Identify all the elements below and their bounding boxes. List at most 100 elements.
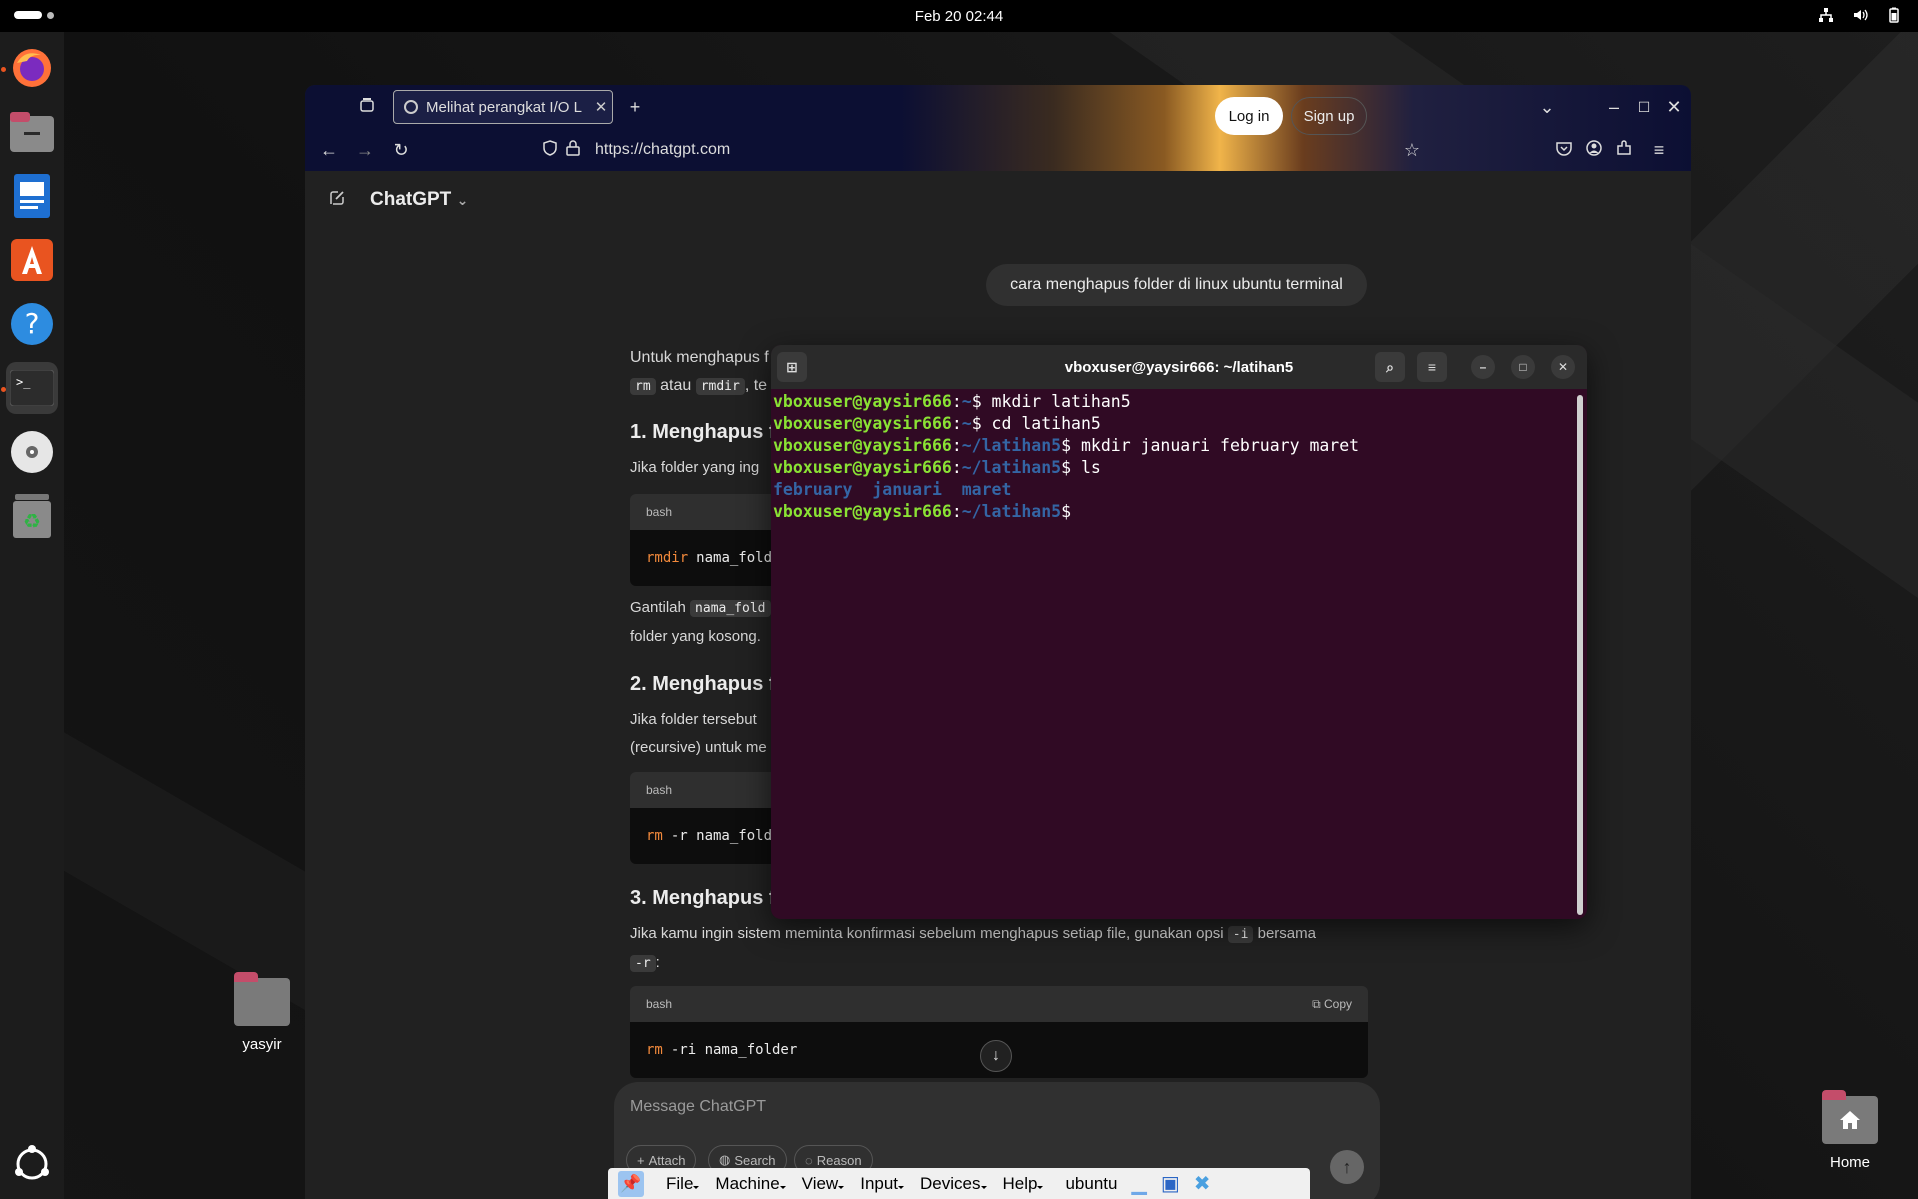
desktop-folder-yasyir[interactable]: yasyir [234, 972, 290, 1053]
copy-button[interactable]: ⧉ Copy [1312, 997, 1352, 1012]
vbox-menu-file[interactable]: File [666, 1174, 700, 1194]
code-command: rm [646, 1042, 663, 1058]
tab-close-icon[interactable]: ✕ [590, 98, 612, 116]
desktop-home[interactable]: Home [1822, 1090, 1878, 1171]
search-icon[interactable]: ⌕ [1375, 352, 1405, 382]
paperclip-icon: + [637, 1152, 645, 1168]
url-field[interactable]: https://chatgpt.com [595, 141, 730, 159]
intro-and: atau [660, 377, 692, 394]
send-button[interactable]: ↑ [1330, 1150, 1364, 1184]
vbox-menu-devices[interactable]: Devices [920, 1174, 988, 1194]
vbox-menu-machine[interactable]: Machine [715, 1174, 786, 1194]
writer-icon[interactable] [6, 170, 58, 222]
terminal-icon[interactable]: >_ [6, 362, 58, 414]
trash-icon[interactable]: ♻ [6, 490, 58, 542]
vbox-menu-view[interactable]: View [802, 1174, 844, 1194]
vm-name: ubuntu [1065, 1173, 1118, 1193]
signup-button[interactable]: Sign up [1291, 97, 1367, 135]
terminal-command: $ mkdir januari february maret [1061, 436, 1360, 455]
browser-toolbar: Melihat perangkat I/O Lin ✕ + ⌄ – ☐ ✕ ← … [305, 85, 1691, 171]
minimize-icon[interactable]: – [1471, 355, 1495, 379]
tab-chatgpt[interactable]: Melihat perangkat I/O Lin ✕ [393, 90, 613, 124]
inline-code: -r [630, 955, 656, 972]
vbox-menu-input[interactable]: Input [860, 1174, 904, 1194]
workspace-pill [14, 11, 42, 19]
reload-icon[interactable]: ↻ [389, 138, 413, 162]
extensions-icon[interactable] [1612, 138, 1636, 162]
window-mode-icon[interactable]: ▣ [1161, 1171, 1180, 1196]
colon: : [655, 954, 660, 971]
maximize-icon[interactable]: ☐ [1632, 95, 1656, 119]
terminal-line: vboxuser@yaysir666:~/latihan5$ [773, 501, 1581, 523]
app-title: ChatGPT [370, 189, 452, 210]
copy-label: Copy [1323, 996, 1352, 1011]
firefox-icon[interactable] [6, 42, 58, 94]
note-text: Gantilah [630, 599, 686, 616]
code-argument: nama_fold [696, 550, 773, 566]
lock-icon[interactable] [561, 138, 585, 162]
terminal-title: vboxuser@yaysir666: ~/latihan5 [1064, 358, 1294, 376]
app-center-icon[interactable] [6, 234, 58, 286]
prompt-dollar: $ [1061, 502, 1072, 521]
system-tray[interactable] [1818, 7, 1902, 23]
maximize-icon[interactable]: □ [1511, 355, 1535, 379]
terminal-line: vboxuser@yaysir666:~$ cd latihan5 [773, 413, 1581, 435]
code-argument: -ri nama_folder [670, 1042, 798, 1058]
user-message: cara menghapus folder di linux ubuntu te… [986, 264, 1367, 306]
show-apps-icon[interactable] [6, 1138, 58, 1190]
code-language: bash [646, 783, 673, 797]
forward-icon[interactable]: → [353, 138, 377, 162]
help-icon[interactable]: ? [6, 298, 58, 350]
prompt-sep: : [951, 392, 962, 411]
terminal-scrollbar[interactable] [1577, 395, 1583, 915]
workspace-dot [47, 11, 54, 19]
inline-code: nama_fold [690, 600, 771, 617]
clock[interactable]: Feb 20 02:44 [915, 8, 1003, 25]
menu-icon[interactable]: ≡ [1647, 138, 1671, 162]
back-icon[interactable]: ← [317, 138, 341, 162]
chevron-down-icon: ⌄ [456, 192, 469, 208]
disc-icon[interactable] [6, 426, 58, 478]
model-selector[interactable]: ChatGPT ⌄ [370, 189, 468, 211]
hamburger-menu-icon[interactable]: ≡ [1417, 352, 1447, 382]
attach-label: Attach [648, 1152, 686, 1168]
code-header: bash ⧉ Copy [630, 986, 1368, 1022]
minimize-vm-icon[interactable]: ▁ [1131, 1171, 1146, 1196]
files-icon[interactable] [6, 106, 58, 158]
new-tab-icon[interactable]: + [623, 95, 647, 119]
close-icon[interactable]: ✕ [1551, 355, 1575, 379]
code-command: rm [646, 828, 663, 844]
login-button[interactable]: Log in [1215, 97, 1283, 135]
list-tabs-icon[interactable]: ⌄ [1535, 95, 1559, 119]
ls-output: february januari maret [773, 479, 1581, 501]
new-chat-icon[interactable] [325, 189, 349, 213]
close-icon[interactable]: ✕ [1662, 95, 1686, 119]
terminal-header: ⊞ vboxuser@yaysir666: ~/latihan5 ⌕ ≡ – □… [771, 345, 1587, 389]
activities-indicator[interactable] [14, 11, 54, 19]
prompt-user: vboxuser@yaysir666 [773, 392, 952, 411]
code-command: rmdir [646, 550, 689, 566]
pocket-icon[interactable] [1552, 138, 1576, 162]
desktop-folder-label: yasyir [242, 1036, 282, 1053]
code-language: bash [646, 505, 673, 519]
pin-icon[interactable]: 📌 [618, 1170, 644, 1197]
composer-placeholder[interactable]: Message ChatGPT [630, 1098, 766, 1116]
close-vm-icon[interactable]: ✖ [1194, 1171, 1211, 1196]
bookmark-star-icon[interactable]: ☆ [1400, 138, 1424, 162]
dock: ? >_ ♻ [0, 32, 64, 1199]
shield-icon[interactable] [538, 138, 562, 162]
section-3-text: Jika kamu ingin sistem meminta konfirmas… [630, 925, 1224, 942]
terminal-window: ⊞ vboxuser@yaysir666: ~/latihan5 ⌕ ≡ – □… [771, 345, 1587, 919]
folder-icon [234, 972, 290, 1026]
volume-icon [1852, 7, 1868, 23]
scroll-down-button[interactable]: ↓ [980, 1040, 1012, 1072]
terminal-command: $ cd latihan5 [971, 414, 1101, 433]
terminal-output[interactable]: vboxuser@yaysir666:~$ mkdir latihan5 vbox… [773, 389, 1581, 909]
vbox-menu-help[interactable]: Help [1003, 1174, 1044, 1194]
new-tab-icon[interactable]: ⊞ [777, 352, 807, 382]
terminal-line: vboxuser@yaysir666:~/latihan5$ mkdir jan… [773, 435, 1581, 457]
account-icon[interactable] [1582, 138, 1606, 162]
minimize-icon[interactable]: – [1602, 95, 1626, 119]
tab-overview-icon[interactable] [355, 95, 379, 119]
navigation-bar: ← → ↻ https://chatgpt.com ☆ ≡ [305, 129, 1691, 171]
